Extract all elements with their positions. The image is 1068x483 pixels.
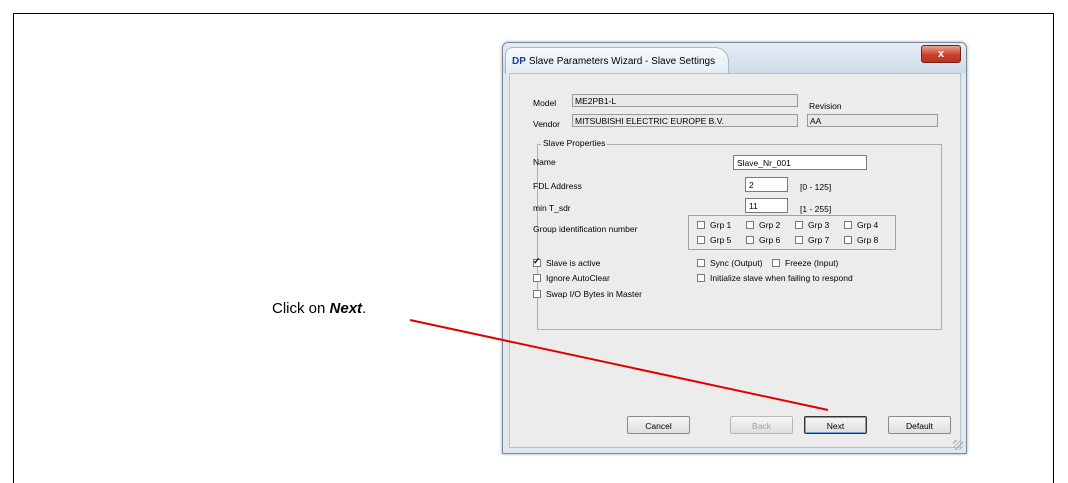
callout-line (409, 319, 829, 411)
callout-arrow (409, 319, 829, 411)
